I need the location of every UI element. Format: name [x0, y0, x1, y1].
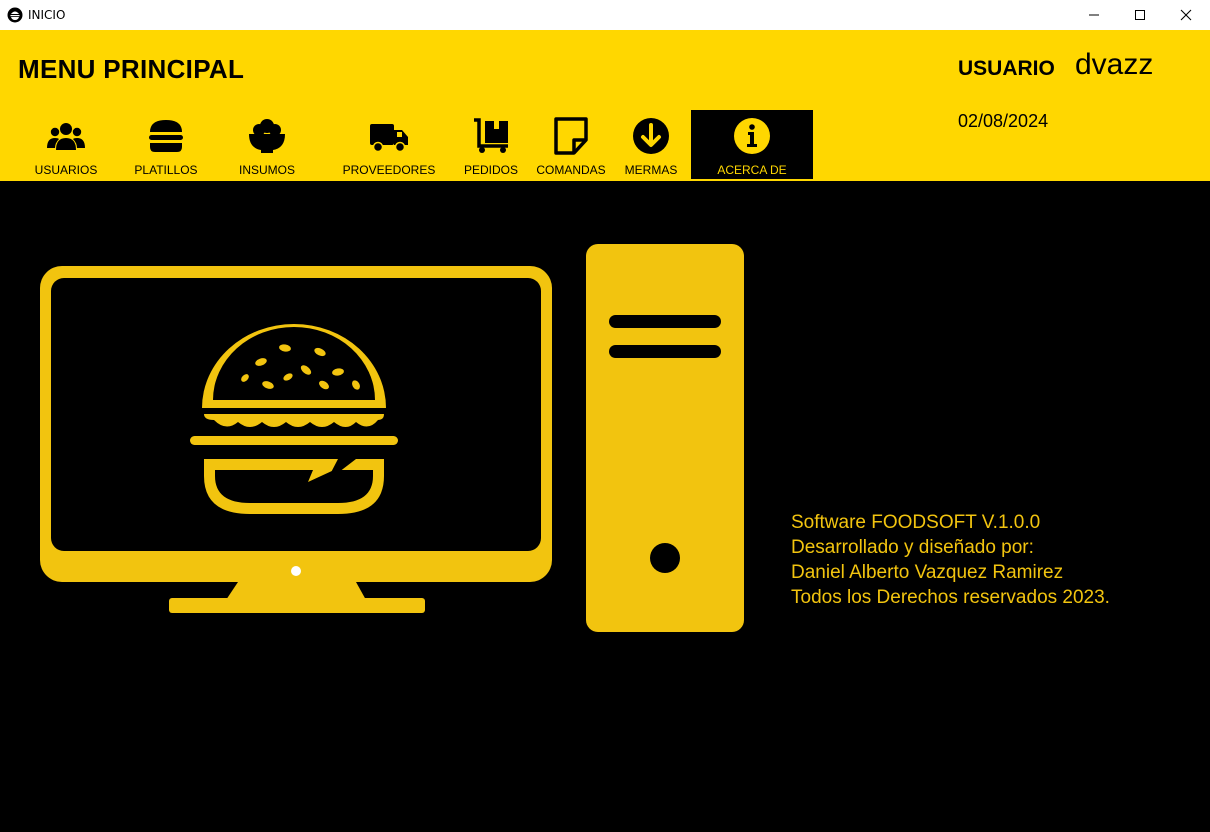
nav-platillos-label: PLATILLOS	[134, 163, 198, 177]
close-icon	[1180, 9, 1192, 21]
nav-insumos-label: INSUMOS	[238, 163, 295, 177]
nav-proveedores[interactable]: PROVEEDORES	[341, 110, 437, 179]
about-software-version: Software FOODSOFT V.1.0.0	[791, 512, 1041, 533]
minimize-button[interactable]	[1071, 0, 1117, 30]
maximize-button[interactable]	[1117, 0, 1163, 30]
truck-icon	[370, 124, 408, 153]
dolly-icon	[474, 118, 508, 153]
nav-acerca-de-label: ACERCA DE	[717, 163, 787, 177]
arrow-down-circle-icon	[633, 118, 669, 154]
bowl-icon	[249, 119, 285, 153]
nav-usuarios-label: USUARIOS	[34, 163, 98, 177]
close-button[interactable]	[1163, 0, 1209, 30]
window-titlebar: INICIO	[0, 0, 1210, 30]
page-title: MENU PRINCIPAL	[18, 54, 245, 84]
nav-mermas-label: MERMAS	[624, 163, 678, 177]
info-icon	[734, 118, 770, 154]
users-icon	[47, 123, 85, 150]
nav-mermas[interactable]: MERMAS	[616, 110, 686, 179]
main-menu-header: MENU PRINCIPAL USUARIO dvazz 02/08/2024 …	[0, 30, 1210, 181]
nav-proveedores-label: PROVEEDORES	[342, 163, 436, 177]
current-date: 02/08/2024	[958, 111, 1049, 131]
nav-acerca-de[interactable]: ACERCA DE	[691, 110, 813, 179]
about-developed-by: Desarrollado y diseñado por:	[791, 537, 1034, 558]
note-icon	[554, 117, 588, 155]
nav-pedidos-label: PEDIDOS	[463, 163, 518, 177]
nav-comandas[interactable]: COMANDAS	[532, 110, 610, 179]
nav-insumos[interactable]: INSUMOS	[227, 110, 307, 179]
nav-usuarios[interactable]: USUARIOS	[26, 110, 106, 179]
about-rights: Todos los Derechos reservados 2023.	[791, 587, 1110, 608]
minimize-icon	[1089, 14, 1099, 16]
computer-illustration	[40, 244, 744, 632]
user-name: dvazz	[1075, 48, 1154, 81]
user-label: USUARIO	[958, 57, 1055, 80]
nav-pedidos[interactable]: PEDIDOS	[456, 110, 526, 179]
burger-logo-icon	[7, 7, 23, 23]
about-author: Daniel Alberto Vazquez Ramirez	[791, 562, 1064, 583]
window-title: INICIO	[28, 8, 66, 22]
maximize-icon	[1135, 10, 1145, 20]
about-info: Software FOODSOFT V.1.0.0 Desarrollado y…	[791, 510, 1110, 610]
nav-platillos[interactable]: PLATILLOS	[126, 110, 206, 179]
pc-tower-icon	[586, 244, 744, 632]
nav-comandas-label: COMANDAS	[536, 163, 606, 177]
burger-icon	[149, 120, 183, 152]
